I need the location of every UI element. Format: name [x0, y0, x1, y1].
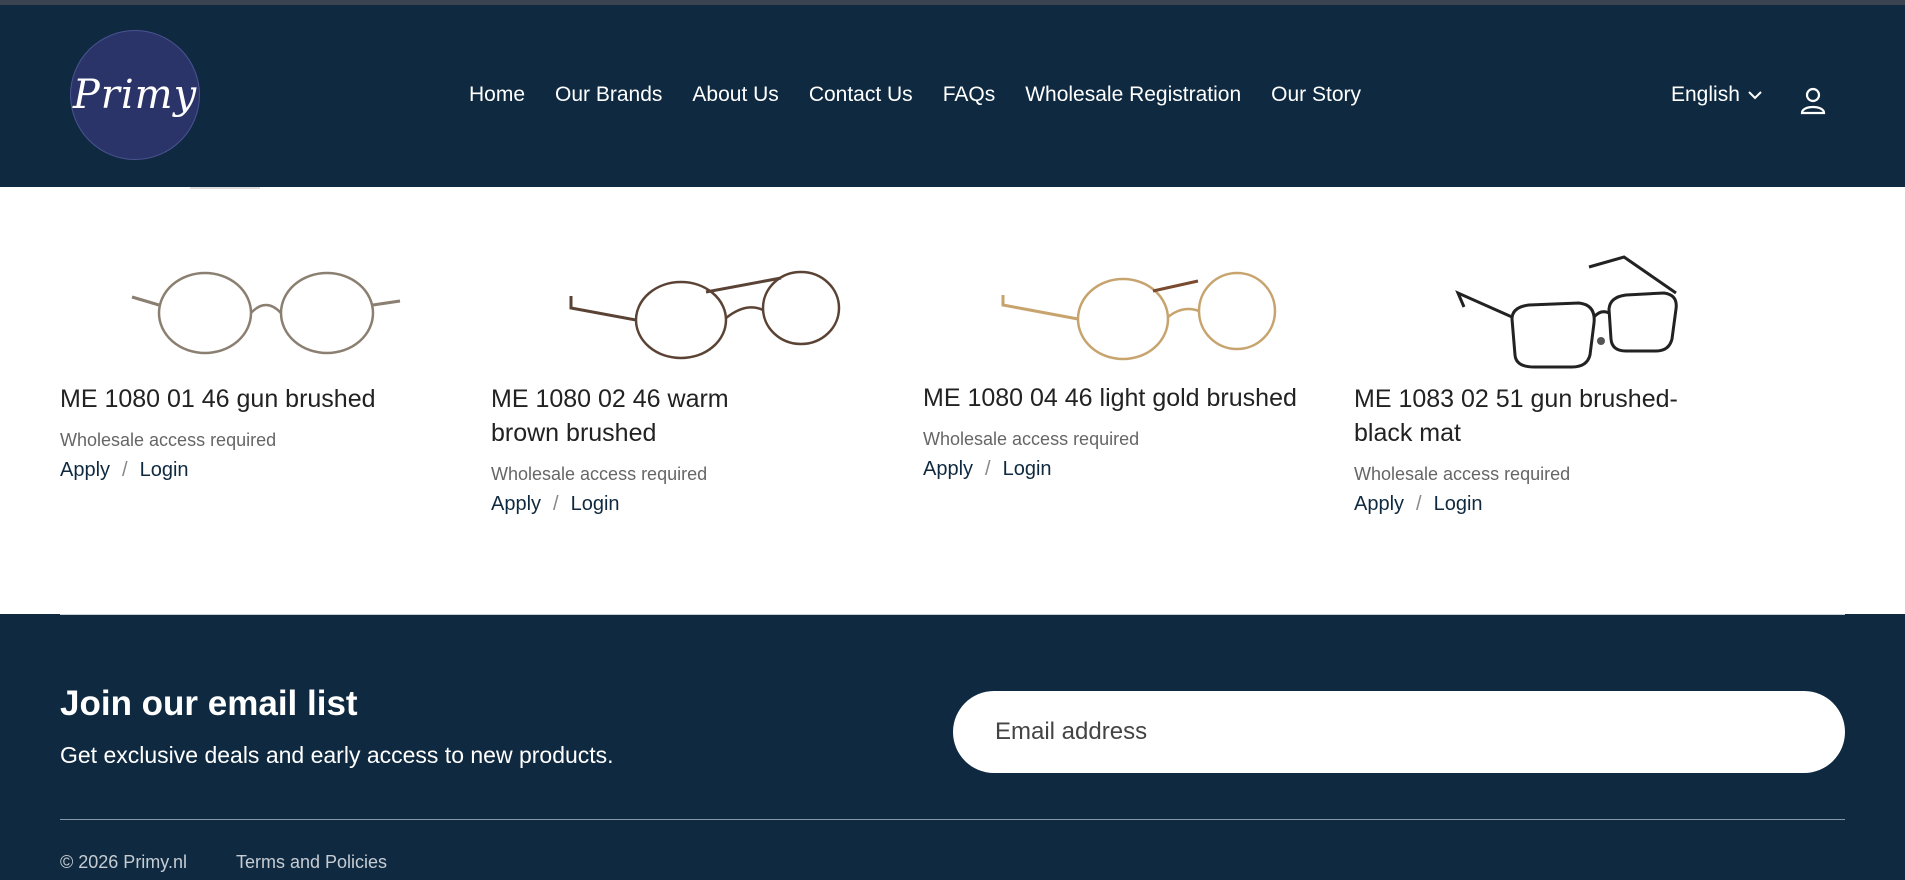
login-link[interactable]: Login — [140, 459, 189, 481]
email-field[interactable] — [953, 691, 1845, 773]
nav-faqs[interactable]: FAQs — [943, 83, 996, 107]
apply-link[interactable]: Apply — [491, 493, 541, 515]
apply-link[interactable]: Apply — [60, 459, 110, 481]
user-icon[interactable] — [1800, 87, 1826, 115]
separator: / — [122, 459, 128, 481]
product-grid: ME 1080 01 46 gun brushed Wholesale acce… — [0, 187, 1905, 614]
access-note: Wholesale access required — [923, 429, 1140, 449]
access-note: Wholesale access required — [60, 430, 277, 450]
product-card[interactable]: ME 1080 02 46 warm brown brushed Wholesa… — [491, 242, 901, 516]
product-name[interactable]: ME 1080 02 46 warm brown brushed — [491, 382, 771, 450]
product-image[interactable] — [1354, 242, 1764, 382]
separator: / — [1416, 493, 1422, 515]
main-nav: Home Our Brands About Us Contact Us FAQs… — [469, 83, 1391, 107]
login-link[interactable]: Login — [1434, 493, 1483, 515]
terms-link[interactable]: Terms and Policies — [236, 852, 387, 873]
product-image[interactable] — [923, 241, 1333, 381]
product-name[interactable]: ME 1080 01 46 gun brushed — [60, 382, 470, 416]
product-card[interactable]: ME 1080 04 46 light gold brushed Wholesa… — [923, 241, 1333, 481]
separator: / — [553, 493, 559, 515]
site-footer: Join our email list Get exclusive deals … — [0, 614, 1905, 880]
square-glasses-image — [1455, 255, 1678, 369]
nav-about-us[interactable]: About Us — [692, 83, 778, 107]
newsletter-title: Join our email list — [60, 684, 358, 723]
access-note: Wholesale access required — [491, 464, 708, 484]
round-glasses-image — [569, 270, 841, 360]
nav-wholesale-registration[interactable]: Wholesale Registration — [1025, 83, 1241, 107]
footer-divider — [60, 819, 1845, 820]
nav-contact-us[interactable]: Contact Us — [809, 83, 913, 107]
nav-our-story[interactable]: Our Story — [1271, 83, 1361, 107]
separator: / — [985, 458, 991, 480]
apply-link[interactable]: Apply — [1354, 493, 1404, 515]
logo-text: Primy — [72, 72, 198, 118]
round-glasses-image — [131, 271, 401, 355]
language-selector[interactable]: English — [1671, 83, 1762, 107]
nav-home[interactable]: Home — [469, 83, 525, 107]
cut-off-heading — [190, 187, 260, 189]
newsletter-subtitle: Get exclusive deals and early access to … — [60, 742, 614, 768]
footer-divider — [60, 614, 1845, 615]
login-link[interactable]: Login — [571, 493, 620, 515]
nav-our-brands[interactable]: Our Brands — [555, 83, 662, 107]
apply-link[interactable]: Apply — [923, 458, 973, 480]
copyright-text: © 2026 Primy.nl — [60, 852, 187, 872]
primy-logo[interactable]: Primy — [70, 30, 200, 160]
round-glasses-image — [1001, 271, 1277, 361]
product-card[interactable]: ME 1083 02 51 gun brushed-black mat Whol… — [1354, 242, 1764, 516]
site-header: Primy Home Our Brands About Us Contact U… — [0, 5, 1905, 187]
access-note: Wholesale access required — [1354, 464, 1571, 484]
language-label: English — [1671, 83, 1740, 106]
product-name[interactable]: ME 1083 02 51 gun brushed-black mat — [1354, 382, 1714, 450]
product-image[interactable] — [491, 242, 901, 382]
product-card[interactable]: ME 1080 01 46 gun brushed Wholesale acce… — [60, 242, 470, 482]
login-link[interactable]: Login — [1003, 458, 1052, 480]
chevron-down-icon — [1748, 91, 1762, 100]
product-name[interactable]: ME 1080 04 46 light gold brushed — [923, 381, 1333, 415]
product-image[interactable] — [60, 242, 470, 382]
